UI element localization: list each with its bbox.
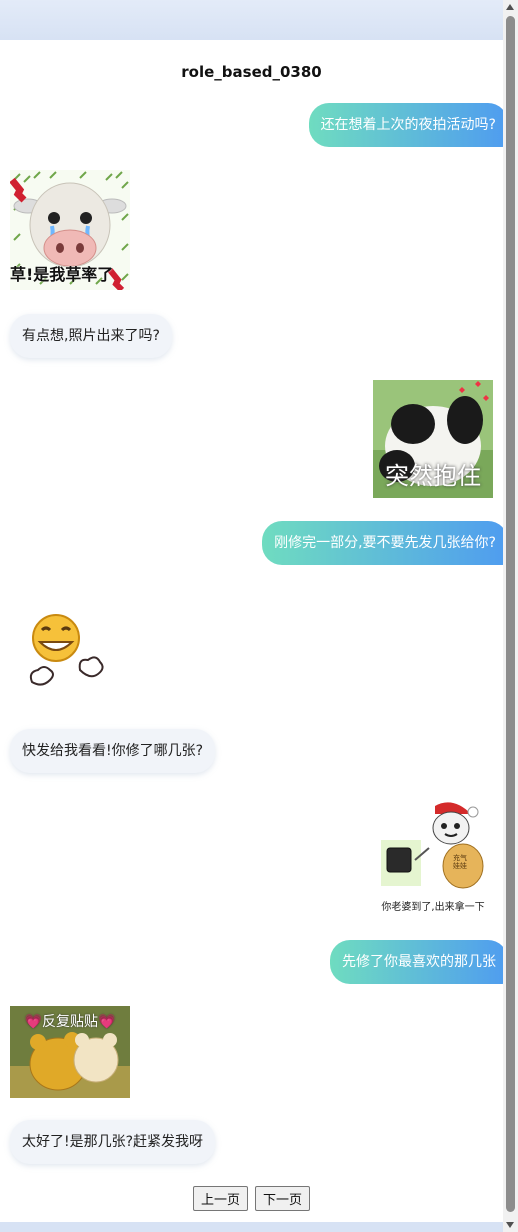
sticker-caption: 💗反复贴贴💗: [24, 1014, 116, 1030]
message-bubble-sent: 刚修完一部分,要不要先发几张给你?: [262, 521, 508, 565]
emoji-sticker-art: [29, 614, 104, 686]
message-bubble-received: 太好了!是那几张?赶紧发我呀: [10, 1120, 216, 1164]
message-bubble-received: 快发给我看看!你修了哪几张?: [10, 729, 216, 773]
scrollbar-thumb[interactable]: [506, 16, 515, 1212]
bears-cuddling-sticker[interactable]: 💗反复贴贴💗: [10, 1006, 130, 1098]
page-title: role_based_0380: [181, 63, 322, 81]
grinning-clapping-emoji-sticker[interactable]: [10, 600, 120, 710]
scroll-down-arrow-icon[interactable]: [506, 1222, 514, 1228]
bottom-bar: [0, 1222, 503, 1232]
sticker-caption: 草!是我草率了: [10, 265, 114, 284]
panda-hug-sticker[interactable]: 突然抱住: [373, 380, 493, 498]
cow-crying-sticker[interactable]: 草!是我草率了: [10, 170, 130, 290]
message-bubble-sent: 先修了你最喜欢的那几张: [330, 940, 508, 984]
sticker-caption: 你老婆到了,出来拿一下: [381, 902, 485, 913]
top-bar: [0, 0, 503, 40]
next-page-button[interactable]: 下一页: [255, 1186, 311, 1211]
santa-sticker-art: [381, 802, 484, 889]
scroll-up-arrow-icon[interactable]: [506, 4, 514, 10]
prev-page-button[interactable]: 上一页: [192, 1186, 248, 1211]
message-bubble-sent: 还在想着上次的夜拍活动吗?: [308, 103, 508, 147]
scrollbar[interactable]: [503, 0, 518, 1232]
bag-label: 充气娃娃: [453, 854, 467, 870]
santa-meme-sticker[interactable]: 充气娃娃 你老婆到了,出来拿一下: [373, 796, 493, 914]
message-bubble-received: 有点想,照片出来了吗?: [10, 314, 172, 358]
sticker-caption: 突然抱住: [385, 462, 481, 490]
pagination: 上一页 下一页: [0, 1186, 503, 1211]
